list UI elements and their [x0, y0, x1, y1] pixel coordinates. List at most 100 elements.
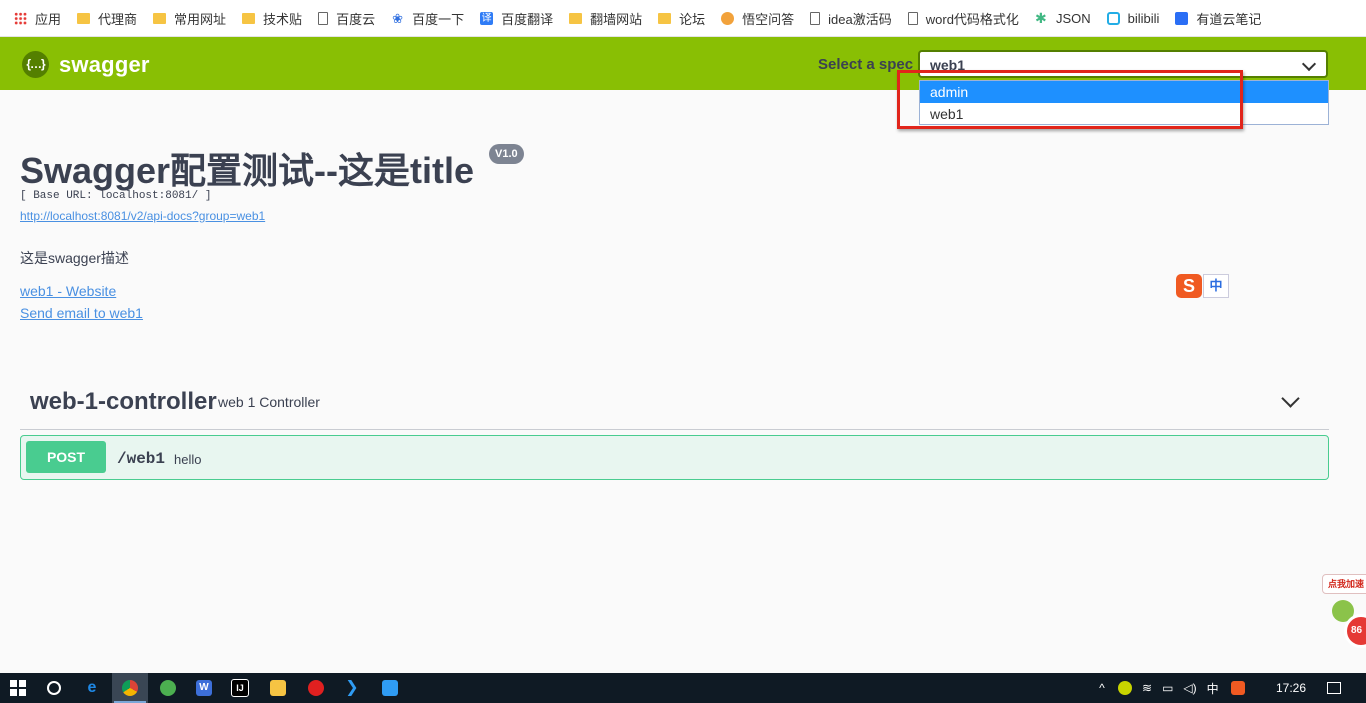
speedup-badge: 86: [1344, 614, 1366, 648]
bookmark-label: 百度翻译: [501, 11, 554, 27]
website-link[interactable]: web1 - Website: [20, 283, 116, 299]
spec-option-web1[interactable]: web1: [920, 103, 1328, 125]
netease-music-icon: [308, 680, 324, 696]
spec-select[interactable]: web1: [918, 50, 1328, 78]
battery-icon[interactable]: ▭: [1162, 681, 1173, 695]
bookmark-label: 百度云: [336, 11, 376, 27]
speedup-widget[interactable]: 点我加速 86: [1318, 574, 1366, 674]
version-badge: V1.0: [489, 144, 524, 164]
windows-logo-icon: [10, 680, 26, 696]
folder-icon: [77, 12, 91, 24]
swagger-logo-icon: {…}: [22, 51, 49, 78]
bookmark-label: idea激活码: [828, 11, 892, 27]
controller-name: web-1-controller: [30, 388, 217, 415]
action-center-button[interactable]: [1316, 673, 1352, 703]
taskbar-wps[interactable]: W: [186, 673, 222, 703]
bookmark-item[interactable]: 有道云笔记: [1175, 9, 1261, 28]
bookmark-item[interactable]: ❀ 百度一下: [391, 9, 464, 28]
page-title: Swagger配置测试--这是title: [20, 150, 475, 191]
taskbar-explorer[interactable]: [260, 673, 296, 703]
edge-icon: e: [87, 679, 97, 696]
youdao-icon: [1175, 11, 1189, 25]
sogou-icon: S: [1176, 274, 1202, 298]
bookmark-item[interactable]: 百度云: [318, 9, 375, 28]
wukong-icon: [721, 11, 735, 25]
apps-icon: [14, 11, 27, 25]
network-icon[interactable]: ≋: [1142, 681, 1152, 695]
bookmark-label: 常用网址: [174, 11, 227, 27]
bookmark-item[interactable]: 常用网址: [153, 9, 226, 28]
tray-app-icon[interactable]: [1118, 681, 1132, 695]
controller-tag-header[interactable]: web-1-controller web 1 Controller: [20, 378, 1329, 430]
bookmark-item[interactable]: 技术贴: [242, 9, 302, 28]
base-url: [ Base URL: localhost:8081/ ]: [20, 190, 212, 202]
bookmark-label: 百度一下: [412, 11, 465, 27]
bookmark-item[interactable]: ✱ JSON: [1035, 11, 1091, 26]
bookmark-label: 翻墙网站: [590, 11, 643, 27]
api-description: 这是swagger描述: [20, 250, 129, 266]
sogou-tray-icon[interactable]: [1230, 681, 1245, 695]
clock[interactable]: 17:26: [1276, 681, 1306, 695]
vscode-icon: ❯: [345, 679, 359, 696]
bookmark-label: word代码格式化: [925, 11, 1019, 27]
swagger-logo-text: swagger: [59, 51, 150, 77]
swagger-logo[interactable]: {…} swagger: [22, 51, 150, 78]
operation-summary: hello: [174, 452, 202, 467]
file-explorer-icon: [270, 680, 286, 696]
bookmark-item[interactable]: 悟空问答: [721, 9, 794, 28]
notification-icon: [1327, 682, 1341, 694]
operation-path: /web1: [117, 450, 166, 468]
bookmark-label: 论坛: [679, 11, 706, 27]
system-tray: ^ ≋ ▭ ◁) 中: [1094, 673, 1245, 703]
http-method-badge: POST: [26, 441, 106, 473]
taskbar-vscode[interactable]: ❯: [334, 673, 370, 703]
cortana-icon: [47, 681, 61, 695]
bookmark-item[interactable]: 应用: [14, 9, 61, 28]
ime-lang-indicator[interactable]: 中: [1207, 680, 1219, 697]
browser-360-icon: [160, 680, 176, 696]
bookmark-label: 代理商: [98, 11, 138, 27]
spec-select-value: web1: [930, 57, 966, 73]
image-app-icon: [382, 680, 398, 696]
bookmark-label: 技术贴: [263, 11, 303, 27]
volume-icon[interactable]: ◁): [1183, 681, 1196, 695]
controller-description: web 1 Controller: [218, 394, 320, 410]
baidu-paw-icon: ❀: [392, 10, 404, 26]
operation-post-web1[interactable]: POST /web1 hello: [20, 435, 1329, 480]
baidu-translate-icon: 译: [480, 11, 494, 25]
taskbar-edge[interactable]: e: [74, 673, 110, 703]
page-icon: [810, 11, 821, 25]
taskbar-intellij[interactable]: IJ: [222, 673, 258, 703]
spec-select-label: Select a spec: [818, 56, 914, 73]
taskbar-360[interactable]: [150, 673, 186, 703]
spec-option-admin[interactable]: admin: [920, 81, 1328, 103]
folder-icon: [242, 12, 256, 24]
json-icon: ✱: [1034, 9, 1047, 26]
taskbar-chrome[interactable]: [112, 673, 148, 703]
bookmark-item[interactable]: idea激活码: [810, 9, 892, 28]
cortana-button[interactable]: [36, 673, 72, 703]
bookmark-label: 有道云笔记: [1196, 11, 1262, 27]
spec-dropdown-list: admin web1: [919, 80, 1329, 125]
chevron-down-icon: [1281, 389, 1300, 408]
taskbar-app-image[interactable]: [372, 673, 408, 703]
ime-toolbar[interactable]: S 中: [1176, 274, 1229, 298]
bookmark-item[interactable]: 翻墙网站: [569, 9, 642, 28]
bookmark-item[interactable]: bilibili: [1106, 11, 1159, 26]
email-link[interactable]: Send email to web1: [20, 305, 143, 321]
folder-icon: [569, 12, 583, 24]
wps-icon: W: [196, 680, 212, 696]
bookmark-item[interactable]: word代码格式化: [907, 9, 1019, 28]
taskbar-netease-music[interactable]: [298, 673, 334, 703]
bookmark-label: JSON: [1055, 10, 1091, 26]
start-button[interactable]: [0, 673, 36, 703]
bookmark-label: 悟空问答: [742, 11, 795, 27]
bookmark-item[interactable]: 代理商: [77, 9, 137, 28]
bookmark-item[interactable]: 论坛: [658, 9, 705, 28]
tray-chevron-up-icon[interactable]: ^: [1094, 681, 1110, 695]
ime-mode: 中: [1203, 274, 1229, 298]
bookmark-label: 应用: [35, 11, 62, 27]
folder-icon: [658, 12, 672, 24]
bookmark-item[interactable]: 译百度翻译: [480, 9, 553, 28]
api-docs-link[interactable]: http://localhost:8081/v2/api-docs?group=…: [20, 209, 265, 223]
